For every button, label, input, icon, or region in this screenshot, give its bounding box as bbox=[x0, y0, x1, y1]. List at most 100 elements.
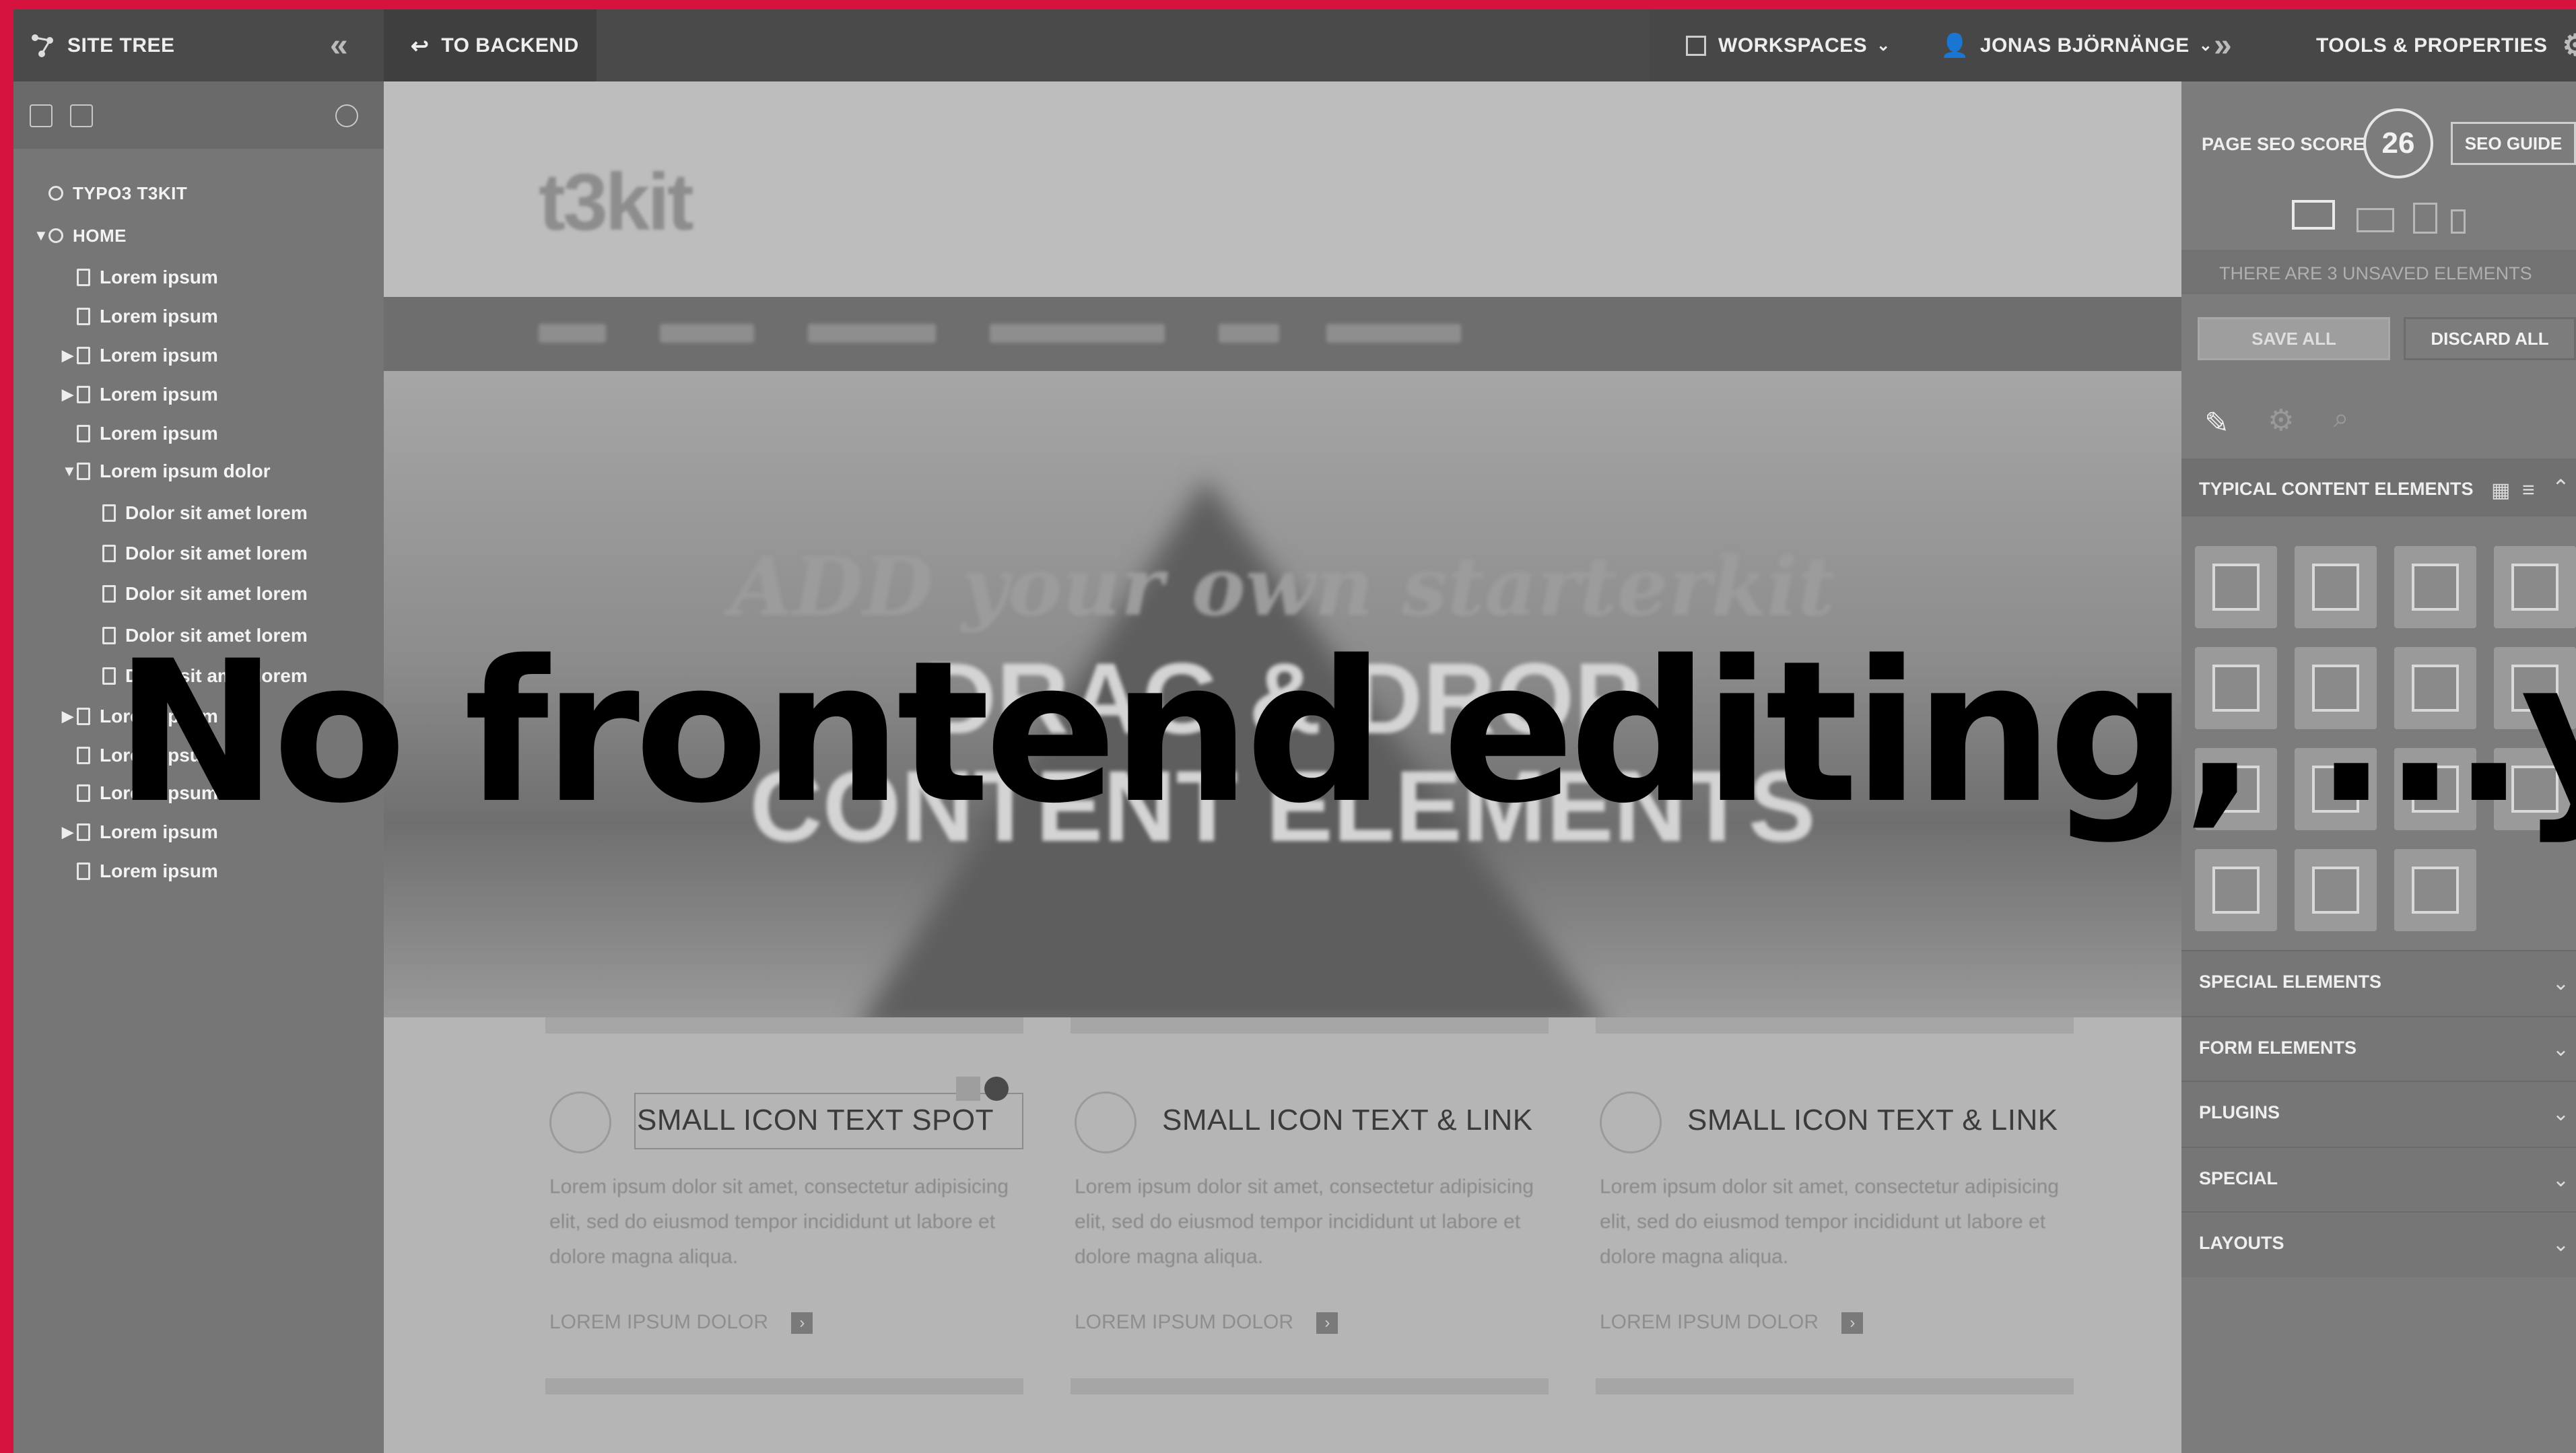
section-accordion[interactable]: FORM ELEMENTS ⌄ bbox=[2181, 1016, 2576, 1082]
settings-icon[interactable]: ⚙ bbox=[2268, 403, 2294, 438]
page-icon bbox=[77, 269, 90, 286]
pencil-icon[interactable]: ✎ bbox=[2204, 406, 2229, 440]
arrow-right-icon: › bbox=[791, 1312, 813, 1334]
seo-guide-button[interactable]: SEO GUIDE bbox=[2451, 122, 2576, 165]
content-element-icon bbox=[2412, 564, 2459, 611]
content-element-icon bbox=[2212, 564, 2260, 611]
section-accordion[interactable]: SPECIAL ELEMENTS ⌄ bbox=[2181, 950, 2576, 1016]
page-icon bbox=[77, 747, 90, 764]
collapse-left-icon[interactable]: « bbox=[330, 9, 348, 81]
expand-right-icon[interactable]: » bbox=[2214, 9, 2232, 81]
site-root-icon bbox=[48, 228, 63, 243]
tree-item[interactable]: Lorem ipsum bbox=[62, 258, 218, 297]
chevron-down-icon: ⌄ bbox=[2198, 36, 2213, 55]
caret-right-icon[interactable]: ▶ bbox=[62, 386, 77, 403]
card-divider bbox=[545, 1017, 1023, 1034]
chevron-down-icon: ⌄ bbox=[1876, 36, 1891, 55]
list-view-icon[interactable]: ≡ bbox=[2522, 477, 2535, 502]
filter-icon[interactable] bbox=[70, 104, 93, 127]
arrow-right-icon: › bbox=[1316, 1312, 1338, 1334]
tree-item[interactable]: ▶ Lorem ipsum bbox=[62, 375, 218, 414]
chevron-down-icon: ⌄ bbox=[2552, 972, 2569, 994]
to-backend-button[interactable]: ↩ TO BACKEND bbox=[411, 9, 579, 81]
content-element-tile[interactable] bbox=[2295, 546, 2377, 628]
preview-navigation bbox=[384, 297, 2181, 371]
gear-icon: ⚙ bbox=[2562, 29, 2576, 62]
element-delete-icon[interactable] bbox=[984, 1077, 1009, 1101]
tree-item[interactable]: Dolor sit amet lorem bbox=[88, 494, 308, 533]
card-body: Lorem ipsum dolor sit amet, consectetur … bbox=[1075, 1176, 1534, 1268]
user-dropdown[interactable]: 👤 JONAS BJÖRNÄNGE ⌄ bbox=[1940, 9, 2212, 81]
site-tree-title[interactable]: SITE TREE bbox=[28, 9, 175, 81]
laptop-device-icon[interactable] bbox=[2357, 208, 2394, 232]
nav-item bbox=[539, 324, 606, 343]
nav-item bbox=[808, 324, 936, 343]
phone-device-icon[interactable] bbox=[2451, 209, 2466, 234]
page-icon bbox=[77, 308, 90, 325]
tree-item[interactable]: ▶ Lorem ipsum bbox=[62, 336, 218, 375]
workspaces-dropdown[interactable]: WORKSPACES ⌄ bbox=[1686, 9, 1891, 81]
new-page-icon[interactable] bbox=[30, 104, 53, 127]
card-icon bbox=[1600, 1091, 1662, 1153]
site-root-icon bbox=[48, 186, 63, 201]
tree-item[interactable]: Lorem ipsum bbox=[62, 414, 218, 453]
card-link[interactable]: LOREM IPSUM DOLOR › bbox=[549, 1311, 813, 1334]
tree-item-label: Lorem ipsum dolor bbox=[100, 461, 271, 481]
content-element-tile[interactable] bbox=[2195, 546, 2277, 628]
caret-down-icon[interactable]: ▼ bbox=[62, 463, 77, 480]
chevron-up-icon[interactable]: ⌃ bbox=[2552, 475, 2570, 500]
page-icon bbox=[77, 823, 90, 841]
section-label: SPECIAL bbox=[2199, 1168, 2278, 1188]
search-icon[interactable]: ⌕ bbox=[2334, 403, 2348, 434]
element-tool-icon[interactable] bbox=[956, 1077, 980, 1101]
caret-right-icon[interactable]: ▶ bbox=[62, 823, 77, 841]
page-icon bbox=[77, 386, 90, 403]
content-element-tile[interactable] bbox=[2494, 546, 2576, 628]
section-accordion[interactable]: PLUGINS ⌄ bbox=[2181, 1081, 2576, 1147]
content-element-icon bbox=[2212, 867, 2260, 914]
tools-properties-title[interactable]: TOOLS & PROPERTIES ⚙ bbox=[2316, 9, 2576, 81]
tree-item[interactable]: ▼ HOME bbox=[34, 216, 127, 255]
seo-score-value: 26 bbox=[2363, 108, 2433, 178]
card-title: SMALL ICON TEXT SPOT bbox=[637, 1104, 994, 1137]
content-card[interactable]: SMALL ICON TEXT & LINK Lorem ipsum dolor… bbox=[1071, 1017, 1549, 1394]
content-element-tile[interactable] bbox=[2394, 849, 2476, 931]
nav-item bbox=[990, 324, 1165, 343]
page-icon bbox=[102, 667, 116, 685]
content-card[interactable]: SMALL ICON TEXT SPOT Lorem ipsum dolor s… bbox=[545, 1017, 1023, 1394]
tree-item[interactable]: ▼ Lorem ipsum dolor bbox=[62, 452, 271, 491]
content-element-tile[interactable] bbox=[2295, 849, 2377, 931]
desktop-device-icon[interactable] bbox=[2292, 200, 2335, 230]
card-link-label: LOREM IPSUM DOLOR bbox=[549, 1311, 769, 1333]
user-icon: 👤 bbox=[1940, 32, 1969, 59]
section-accordion[interactable]: LAYOUTS ⌄ bbox=[2181, 1211, 2576, 1277]
card-link[interactable]: LOREM IPSUM DOLOR › bbox=[1075, 1311, 1338, 1334]
content-card[interactable]: SMALL ICON TEXT & LINK Lorem ipsum dolor… bbox=[1596, 1017, 2074, 1394]
content-element-tile[interactable] bbox=[2394, 546, 2476, 628]
section-label: LAYOUTS bbox=[2199, 1233, 2284, 1253]
save-all-button[interactable]: SAVE ALL bbox=[2198, 317, 2390, 360]
tablet-device-icon[interactable] bbox=[2413, 203, 2437, 234]
preview-header: t3kit bbox=[384, 81, 2181, 297]
section-label: SPECIAL ELEMENTS bbox=[2199, 972, 2382, 992]
card-link-label: LOREM IPSUM DOLOR bbox=[1600, 1311, 1819, 1333]
caret-down-icon[interactable]: ▼ bbox=[34, 227, 48, 244]
card-link[interactable]: LOREM IPSUM DOLOR › bbox=[1600, 1311, 1864, 1334]
tree-item-label: Dolor sit amet lorem bbox=[125, 583, 308, 604]
refresh-icon[interactable] bbox=[335, 104, 358, 127]
content-element-tile[interactable] bbox=[2195, 849, 2277, 931]
tree-item[interactable]: Dolor sit amet lorem bbox=[88, 534, 308, 573]
page-icon bbox=[102, 585, 116, 603]
caret-right-icon[interactable]: ▶ bbox=[62, 347, 77, 364]
tree-item[interactable]: TYPO3 T3KIT bbox=[34, 174, 187, 213]
grid-view-icon[interactable]: ▦ bbox=[2491, 479, 2510, 502]
section-accordion[interactable]: SPECIAL ⌄ bbox=[2181, 1147, 2576, 1213]
tree-item-label: HOME bbox=[73, 225, 127, 246]
discard-all-button[interactable]: DISCARD ALL bbox=[2404, 317, 2576, 360]
card-body: Lorem ipsum dolor sit amet, consectetur … bbox=[1600, 1176, 2059, 1268]
tree-item[interactable]: Dolor sit amet lorem bbox=[88, 574, 308, 613]
tree-item[interactable]: Lorem ipsum bbox=[62, 852, 218, 891]
tree-item[interactable]: Lorem ipsum bbox=[62, 297, 218, 336]
caret-right-icon[interactable]: ▶ bbox=[62, 708, 77, 725]
arrow-right-icon: › bbox=[1841, 1312, 1864, 1334]
